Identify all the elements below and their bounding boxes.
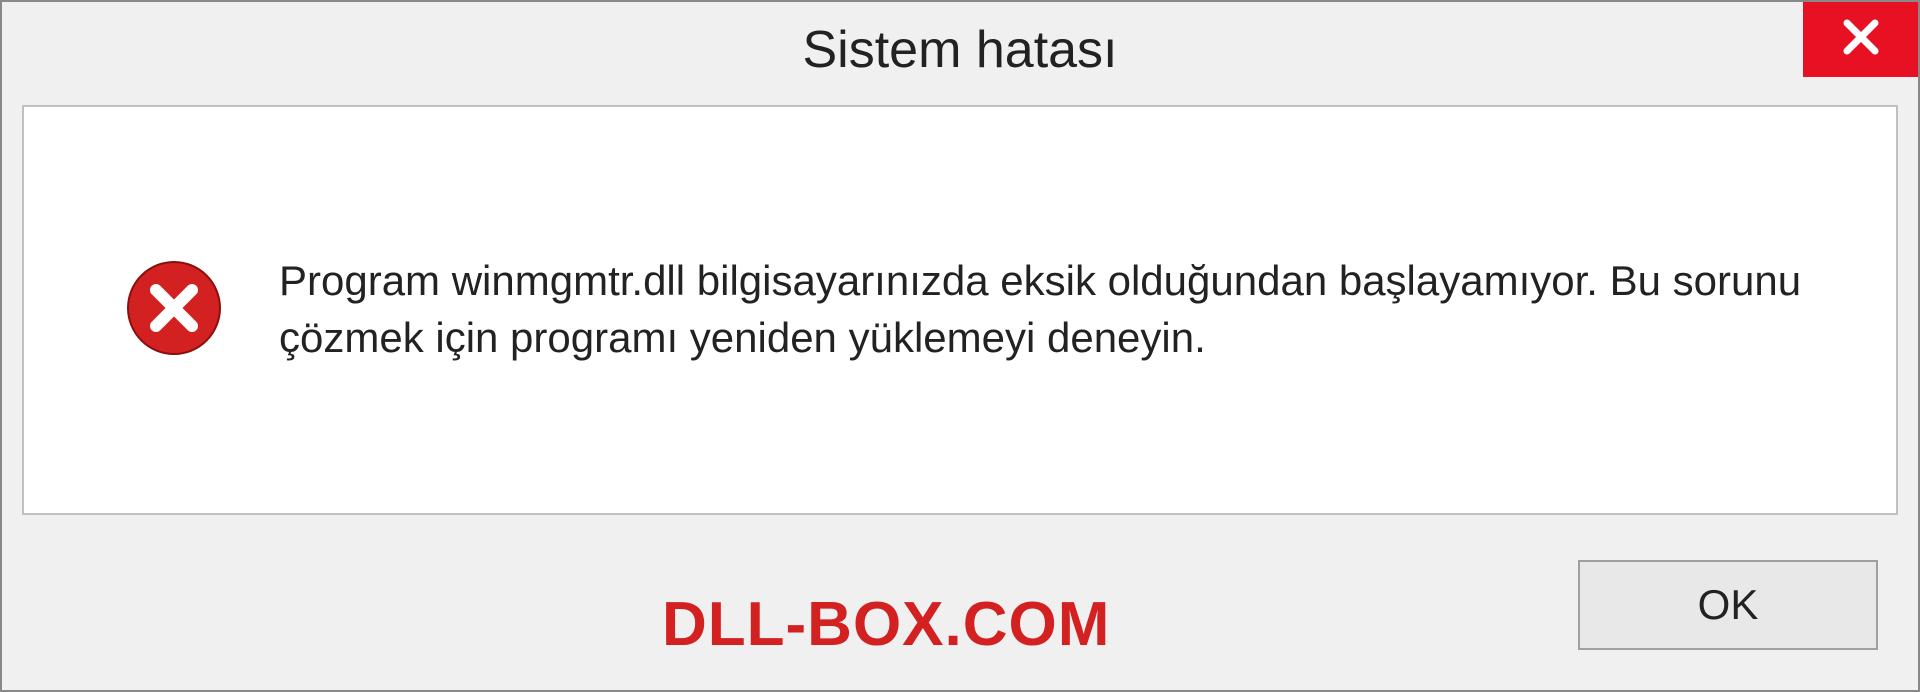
watermark-text: DLL-BOX.COM <box>662 589 1110 660</box>
content-panel: Program winmgmtr.dll bilgisayarınızda ek… <box>22 105 1898 515</box>
titlebar: Sistem hatası <box>2 2 1918 97</box>
ok-button[interactable]: OK <box>1578 560 1878 650</box>
error-message: Program winmgmtr.dll bilgisayarınızda ek… <box>279 253 1836 366</box>
error-icon <box>124 258 224 363</box>
dialog-title: Sistem hatası <box>802 20 1117 80</box>
ok-button-label: OK <box>1698 581 1759 629</box>
close-icon <box>1840 16 1882 63</box>
dialog-footer: DLL-BOX.COM OK <box>22 540 1898 670</box>
close-button[interactable] <box>1803 2 1918 77</box>
